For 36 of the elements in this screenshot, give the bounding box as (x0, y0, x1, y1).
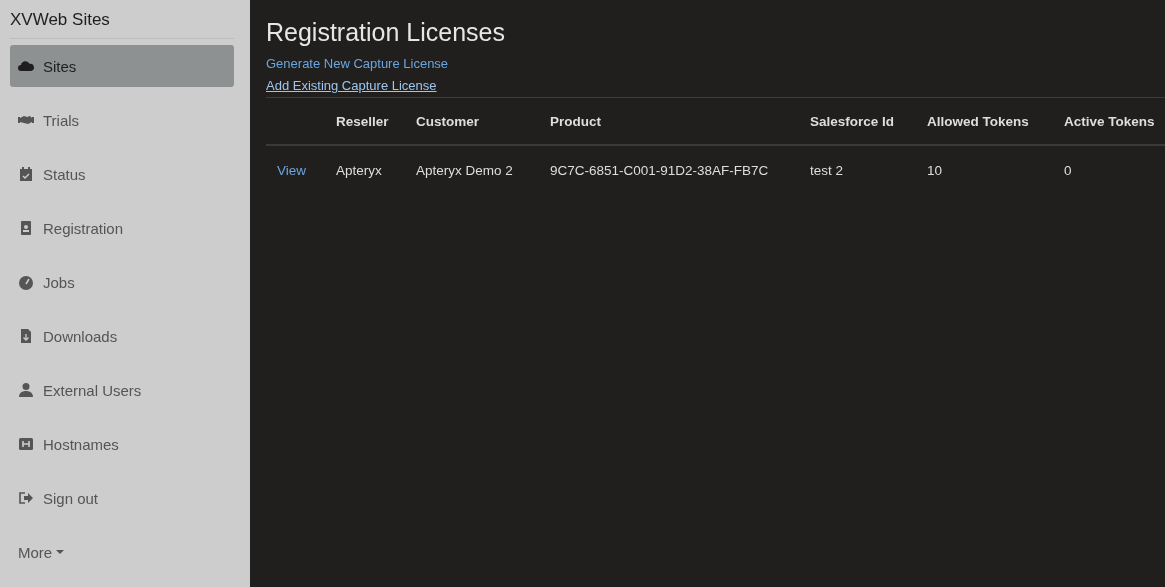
column-header: Active Tokens (1064, 113, 1156, 129)
sidebar-item[interactable]: Trials (10, 99, 234, 141)
sidebar-item[interactable]: Registration (10, 207, 234, 249)
column-header: Allowed Tokens (927, 113, 1030, 129)
more-dropdown[interactable]: More (10, 531, 234, 573)
table-cell-text: 10 (927, 162, 944, 178)
page-title: Registration Licenses (266, 18, 506, 47)
action-link[interactable]: Add Existing Capture License (266, 75, 437, 97)
sidebar-item[interactable]: Downloads (10, 315, 234, 357)
h-square-icon (18, 436, 34, 452)
sidebar-item[interactable]: External Users (10, 369, 234, 411)
gauge-icon (18, 274, 34, 290)
column-header: Reseller (336, 113, 390, 129)
action-link[interactable]: Generate New Capture License (266, 53, 449, 75)
sidebar-item[interactable]: Jobs (10, 261, 234, 303)
cloud-icon (18, 58, 34, 74)
sidebar-item[interactable]: Hostnames (10, 423, 234, 465)
user-icon (18, 382, 34, 398)
caret-icon (56, 550, 65, 554)
sidebar-item[interactable]: Sign out (10, 477, 234, 519)
column-header: Product (550, 113, 602, 129)
table-cell-text: 9C7C-6851-C001-91D2-38AF-FB7C (550, 162, 770, 178)
sign-out-icon (18, 490, 34, 506)
table-cell-text: test 2 (810, 162, 845, 178)
table-cell-text: Apteryx (336, 162, 383, 178)
sidebar-item[interactable]: Status (10, 153, 234, 195)
file-download-icon (18, 328, 34, 344)
table-cell-text: 0 (1064, 162, 1073, 178)
table-cell-text: Apteryx Demo 2 (416, 162, 514, 178)
calendar-icon (18, 166, 34, 182)
column-header: Customer (416, 113, 480, 129)
sidebar-item[interactable]: Sites (10, 45, 234, 87)
view-link[interactable]: View (277, 162, 307, 178)
id-badge-icon (18, 220, 34, 236)
brand-title: XVWeb Sites (10, 8, 234, 39)
column-header: Salesforce Id (810, 113, 896, 129)
